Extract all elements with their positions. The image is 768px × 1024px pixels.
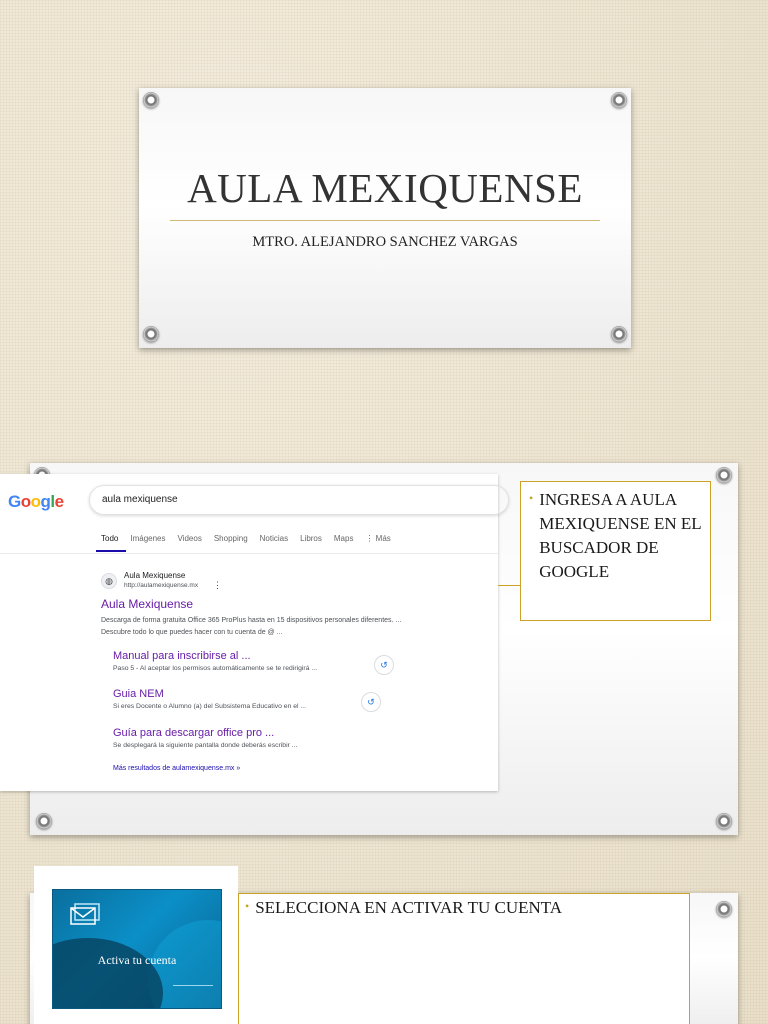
tab-libros[interactable]: Libros bbox=[300, 534, 322, 543]
divider bbox=[0, 553, 498, 554]
tab-shopping[interactable]: Shopping bbox=[214, 534, 248, 543]
rivet-icon bbox=[611, 326, 627, 342]
description-line: Descarga de forma gratuita Office 365 Pr… bbox=[101, 617, 402, 624]
result-site-name: Aula Mexiquense bbox=[124, 571, 186, 580]
globe-icon: ◍ bbox=[101, 573, 117, 589]
sitelink-title[interactable]: Guía para descargar office pro ... bbox=[113, 727, 393, 739]
result-url: http://aulamexiquense.mx bbox=[124, 582, 199, 589]
tab-imagenes[interactable]: Imágenes bbox=[130, 534, 165, 543]
sitelink-manual: Manual para inscribirse al ... Paso 5 - … bbox=[113, 650, 393, 672]
decor-line bbox=[173, 985, 213, 986]
rivet-icon bbox=[143, 92, 159, 108]
result-main-link[interactable]: Aula Mexiquense bbox=[101, 597, 193, 611]
sitelink-guia-nem: Guia NEM Si eres Docente o Alumno (a) de… bbox=[113, 688, 393, 710]
tab-noticias[interactable]: Noticias bbox=[260, 534, 288, 543]
instruction-callout: • SELECCIONA EN ACTIVAR TU CUENTA bbox=[238, 893, 690, 1024]
callout-connector bbox=[498, 585, 520, 586]
google-logo[interactable]: Google bbox=[8, 492, 64, 512]
search-tabs: Todo Imágenes Videos Shopping Noticias L… bbox=[101, 534, 391, 543]
sitelink-office: Guía para descargar office pro ... Se de… bbox=[113, 727, 393, 749]
slide-subtitle: MTRO. ALEJANDRO SANCHEZ VARGAS bbox=[252, 234, 518, 250]
tab-videos[interactable]: Videos bbox=[178, 534, 202, 543]
rivet-icon bbox=[716, 901, 732, 917]
tab-todo[interactable]: Todo bbox=[101, 534, 118, 543]
rivet-icon bbox=[36, 813, 52, 829]
history-icon[interactable]: ↺ bbox=[374, 655, 394, 675]
bullet-icon: • bbox=[529, 491, 534, 505]
rivet-icon bbox=[716, 467, 732, 483]
tab-maps[interactable]: Maps bbox=[334, 534, 354, 543]
result-description: Descarga de forma gratuita Office 365 Pr… bbox=[101, 615, 481, 639]
rivet-icon bbox=[143, 326, 159, 342]
title-divider bbox=[170, 220, 600, 221]
title-slide: AULA MEXIQUENSE MTRO. ALEJANDRO SANCHEZ … bbox=[139, 88, 631, 348]
search-input[interactable]: aula mexiquense bbox=[89, 485, 509, 515]
instruction-callout: • INGRESA A AULA MEXIQUENSE EN EL BUSCAD… bbox=[520, 481, 711, 621]
sitelink-title[interactable]: Guia NEM bbox=[113, 688, 393, 700]
description-line: Descubre todo lo que puedes hacer con tu… bbox=[101, 629, 283, 636]
google-results-screenshot: Google aula mexiquense Todo Imágenes Vid… bbox=[0, 474, 509, 791]
history-icon[interactable]: ↺ bbox=[361, 692, 381, 712]
activate-label: Activa tu cuenta bbox=[97, 953, 177, 967]
activate-account-button[interactable]: Activa tu cuenta bbox=[52, 889, 222, 1009]
more-results-link[interactable]: Más resultados de aulamexiquense.mx » bbox=[113, 765, 240, 772]
bullet-icon: • bbox=[245, 899, 250, 913]
rivet-icon bbox=[716, 813, 732, 829]
more-options-icon[interactable]: ⋮ bbox=[213, 580, 222, 591]
instruction-text: INGRESA A AULA MEXIQUENSE EN EL BUSCADOR… bbox=[539, 490, 701, 581]
sitelink-desc: Si eres Docente o Alumno (a) del Subsist… bbox=[113, 703, 307, 710]
mail-icon bbox=[70, 903, 100, 925]
tab-mas[interactable]: ⋮ Más bbox=[365, 534, 390, 543]
sitelink-desc: Se desplegará la siguiente pantalla dond… bbox=[113, 742, 298, 749]
decor-wave bbox=[53, 938, 163, 1008]
instruction-text: SELECCIONA EN ACTIVAR TU CUENTA bbox=[255, 898, 563, 917]
active-tab-indicator bbox=[96, 550, 126, 552]
sitelink-title[interactable]: Manual para inscribirse al ... bbox=[113, 650, 393, 662]
rivet-icon bbox=[611, 92, 627, 108]
slide-title: AULA MEXIQUENSE bbox=[187, 165, 583, 211]
sitelink-desc: Paso 5 - Al aceptar los permisos automát… bbox=[113, 665, 317, 672]
